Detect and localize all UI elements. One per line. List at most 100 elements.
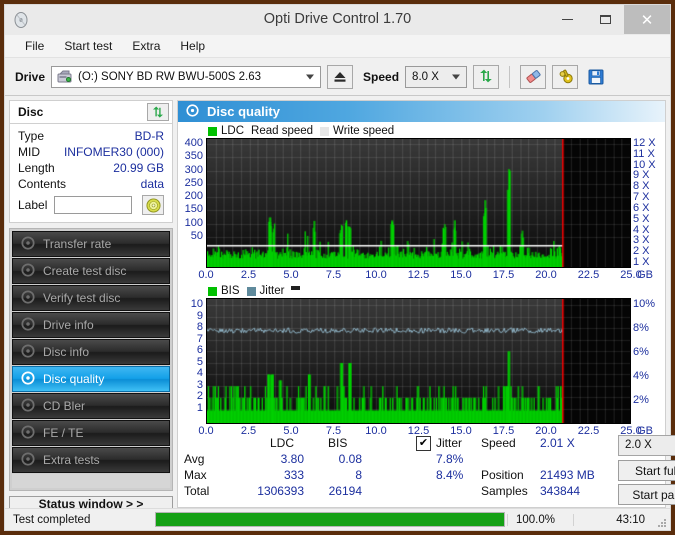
main-panel: Disc quality LDC Read speed Write speed … (177, 96, 675, 508)
disc-icon (21, 316, 35, 334)
disc-icon (21, 289, 35, 307)
legend-swatch-write-speed (320, 126, 330, 136)
test-speed-value: 2.0 X (625, 439, 652, 451)
sidebar-item-label: Disc info (43, 345, 90, 359)
test-speed-select[interactable]: 2.0 X (618, 435, 675, 456)
drive-value: (O:) SONY BD RW BWU-500S 2.63 (78, 70, 262, 83)
disc-icon (21, 451, 35, 469)
status-text: Test completed (13, 513, 91, 526)
axis-tick-label: 4% (633, 370, 649, 382)
start-full-button[interactable]: Start full (618, 460, 675, 481)
disc-label-input[interactable] (54, 196, 133, 214)
stats-bis-total: 26194 (328, 484, 362, 498)
axis-tick-label: 300 (184, 163, 203, 176)
axis-tick-label: 150 (184, 203, 203, 216)
stats-jitter-max: 8.4% (436, 468, 464, 482)
axis-tick-label: 0.0 (198, 269, 214, 281)
stats-samples-label: Samples (481, 484, 528, 498)
sidebar-item-drive-info[interactable]: Drive info (12, 312, 170, 338)
stats-samples-value: 343844 (540, 484, 581, 498)
legend-label: BIS (221, 285, 240, 297)
chevron-down-icon (452, 74, 461, 79)
stats-header-jitter: Jitter (436, 436, 463, 450)
application-window: Opti Drive Control 1.70 ✕ File Start tes… (4, 4, 675, 531)
minimize-button[interactable] (548, 5, 586, 34)
disc-row-key: Length (18, 161, 55, 175)
axis-tick-label: 200 (184, 190, 203, 203)
legend-swatch-ldc (208, 126, 217, 136)
bis-plot-row: 10 9 8 7 6 5 4 3 2 1 10% 8% 6% 4% 2% (180, 298, 661, 424)
stats-row-label-avg: Avg (184, 452, 205, 466)
axis-tick-label: 17.5 (492, 269, 515, 281)
axis-tick-label: 15.0 (450, 269, 472, 281)
menu-help[interactable]: Help (170, 37, 215, 55)
resize-grip[interactable] (653, 513, 667, 527)
panel-header: Disc quality (178, 101, 665, 122)
elapsed-time: 43:10 (573, 513, 653, 526)
status-bar: Test completed 100.0% 43:10 (5, 508, 670, 530)
legend-label: Read speed (251, 125, 314, 137)
disc-row-value: BD-R (134, 129, 164, 143)
ldc-x-axis: 0.0 2.5 5.0 7.5 10.0 12.5 15.0 17.5 20.0 22.5 25.0… (198, 268, 653, 283)
title-bar: Opti Drive Control 1.70 ✕ (5, 5, 670, 35)
stats-bis-avg: 0.08 (338, 452, 362, 466)
axis-tick-label: 2% (633, 394, 649, 406)
disc-panel-title: Disc (18, 105, 44, 119)
stats-ldc-max: 333 (283, 468, 304, 482)
disc-row-key: Type (18, 129, 45, 143)
disc-info-rows: Type BD-R MID INFOMER30 (000) Length 20.… (10, 124, 172, 222)
menu-start-test[interactable]: Start test (54, 37, 122, 55)
stats-position-value: 21493 MB (540, 468, 595, 482)
tools-button[interactable] (552, 64, 579, 89)
speed-select[interactable]: 8.0 X (405, 65, 468, 88)
sidebar-item-transfer-rate[interactable]: Transfer rate (12, 231, 170, 257)
axis-tick-label: 8 (196, 321, 203, 334)
jitter-checkbox[interactable]: ✔ (416, 436, 431, 451)
axis-tick-label: 22.5 (577, 269, 600, 281)
close-button[interactable]: ✕ (624, 5, 670, 34)
legend-label: Jitter (259, 285, 285, 297)
start-part-button[interactable]: Start part (618, 484, 675, 505)
sidebar-item-extra-tests[interactable]: Extra tests (12, 447, 170, 473)
stats-speed-value: 2.01 X (540, 436, 575, 450)
menu-file[interactable]: File (15, 37, 54, 55)
disc-label-row: Label (18, 194, 164, 216)
axis-tick-label: 100 (184, 216, 203, 229)
disc-row-type: Type BD-R (18, 128, 164, 144)
erase-button[interactable] (520, 64, 547, 89)
bis-y-axis-left: 10 9 8 7 6 5 4 3 2 1 (180, 298, 206, 422)
axis-tick-label: 6% (633, 346, 649, 358)
legend-bis: BIS (208, 285, 240, 297)
eject-button[interactable] (327, 64, 354, 89)
save-button[interactable] (584, 65, 608, 89)
drive-select[interactable]: (O:) SONY BD RW BWU-500S 2.63 (51, 65, 322, 88)
sidebar-item-label: Create test disc (43, 264, 127, 278)
maximize-button[interactable] (586, 5, 624, 34)
sidebar-item-disc-quality[interactable]: Disc quality (12, 366, 170, 392)
test-nav-list: Transfer rate Create test disc Verify te… (9, 228, 173, 491)
disc-row-mid: MID INFOMER30 (000) (18, 144, 164, 160)
disc-label-key: Label (18, 198, 48, 212)
speed-value: 8.0 X (412, 70, 439, 83)
axis-tick-label: 10.0 (365, 269, 387, 281)
legend-write-speed: Write speed (320, 125, 394, 137)
refresh-button[interactable] (473, 64, 500, 89)
axis-tick-label: 20.0 (535, 269, 557, 281)
axis-tick-label: 5 (196, 355, 203, 368)
axis-tick-label: 7 (196, 332, 203, 345)
sidebar-item-label: CD Bler (43, 399, 86, 413)
sidebar-item-verify-test-disc[interactable]: Verify test disc (12, 285, 170, 311)
sidebar: Disc Type BD-R MID INFOMER30 (000) Lengt… (5, 96, 177, 512)
disc-refresh-button[interactable] (147, 103, 169, 121)
disc-icon (21, 343, 35, 361)
disc-label-button[interactable] (142, 195, 164, 215)
chevron-down-icon (306, 74, 315, 79)
charts-area: LDC Read speed Write speed 400 350 300 250 2… (178, 122, 665, 437)
sidebar-item-fe-te[interactable]: FE / TE (12, 420, 170, 446)
menu-extra[interactable]: Extra (122, 37, 170, 55)
sidebar-item-disc-info[interactable]: Disc info (12, 339, 170, 365)
sidebar-item-create-test-disc[interactable]: Create test disc (12, 258, 170, 284)
drive-label: Drive (15, 69, 46, 84)
sidebar-item-cd-bler[interactable]: CD Bler (12, 393, 170, 419)
axis-tick-label: 50 (190, 230, 203, 242)
